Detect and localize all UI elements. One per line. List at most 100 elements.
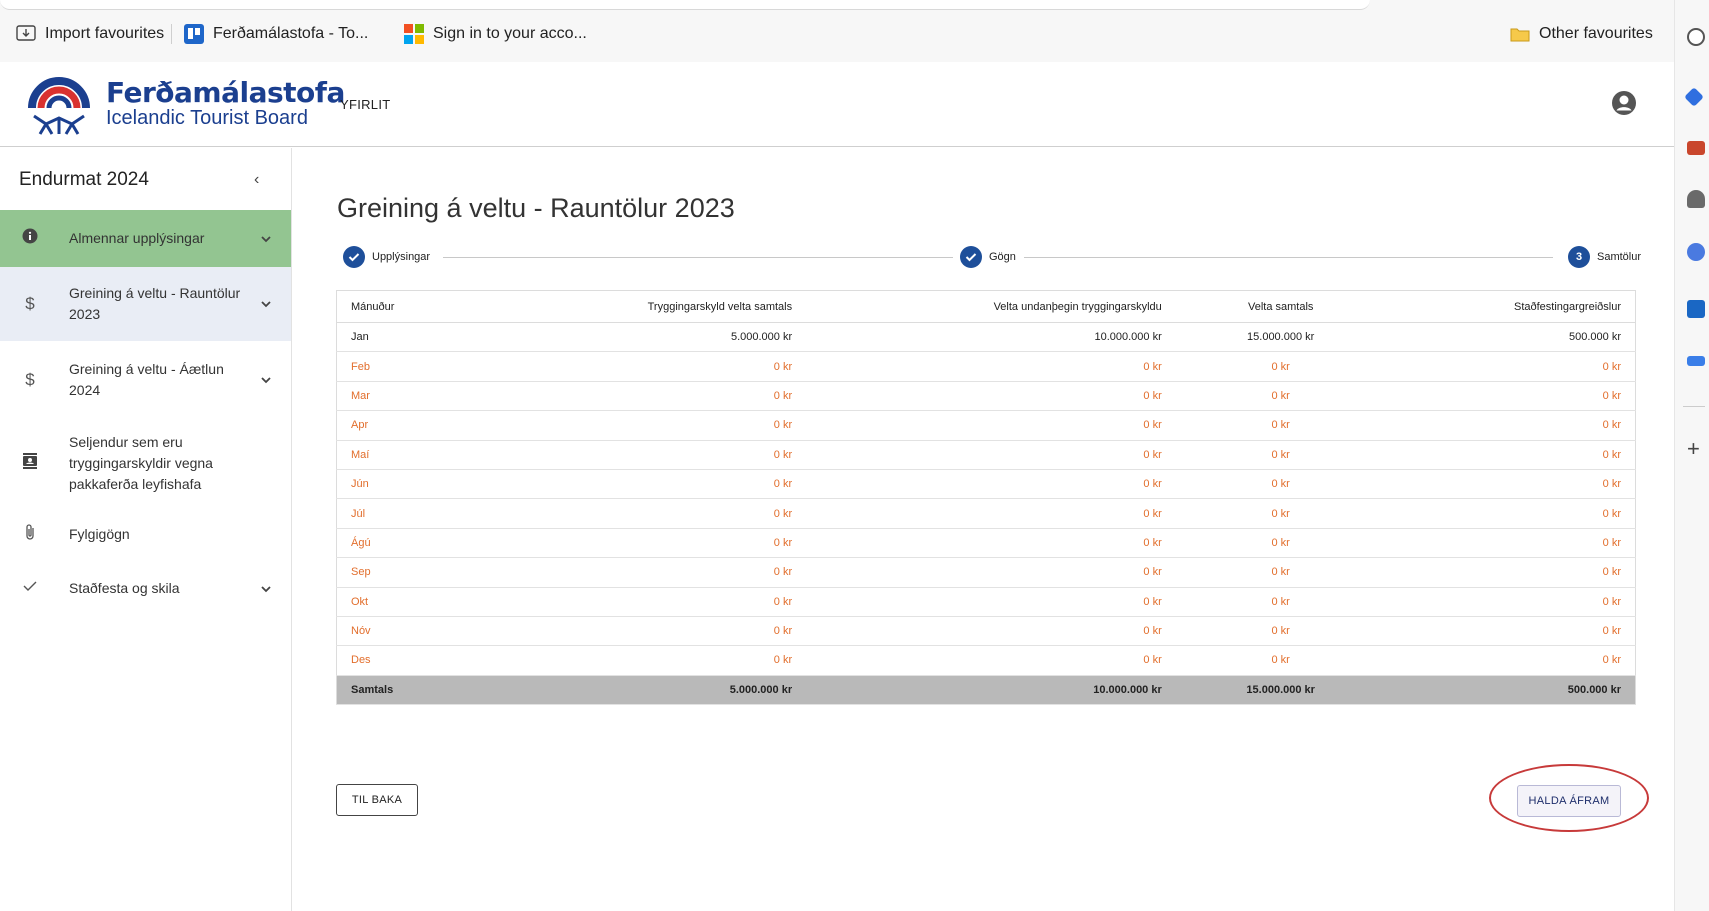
favourite-sign-in[interactable]: Sign in to your acco... bbox=[404, 22, 587, 46]
table-row: Mar 0 kr 0 kr 0 kr 0 kr bbox=[336, 381, 1636, 412]
amount-cell: 0 kr bbox=[806, 587, 1176, 617]
col-header-confirmation-payments: Staðfestingargreiðslur bbox=[1385, 290, 1636, 323]
amount-cell: 0 kr bbox=[536, 440, 807, 470]
amount-cell: 0 kr bbox=[536, 351, 807, 382]
step-data[interactable]: Gögn bbox=[960, 246, 1024, 268]
table-cell: 5.000.000 kr bbox=[536, 675, 807, 705]
amount-cell: 0 kr bbox=[536, 587, 807, 617]
month-cell: Jan bbox=[336, 322, 537, 353]
table-total-row: Samtals 5.000.000 kr 10.000.000 kr 15.00… bbox=[336, 675, 1636, 705]
step-totals[interactable]: 3 Samtölur bbox=[1560, 246, 1642, 268]
amount-cell: 0 kr bbox=[1175, 616, 1386, 647]
amount-cell: 0 kr bbox=[1385, 440, 1636, 470]
step-information[interactable]: Upplýsingar bbox=[343, 246, 439, 268]
amount-cell: 0 kr bbox=[1175, 381, 1386, 412]
sidebar-item-label: Greining á veltu - Áætlun 2024 bbox=[69, 361, 224, 398]
amount-cell: 0 kr bbox=[1175, 440, 1386, 470]
table-cell: 500.000 kr bbox=[1385, 675, 1636, 705]
send-icon[interactable] bbox=[1687, 356, 1705, 366]
account-icon[interactable] bbox=[1611, 90, 1637, 116]
search-icon[interactable] bbox=[1687, 28, 1705, 46]
favourite-import[interactable]: Import favourites bbox=[16, 22, 164, 46]
table-row: Sep 0 kr 0 kr 0 kr 0 kr bbox=[336, 557, 1636, 588]
amount-cell: 0 kr bbox=[1385, 351, 1636, 382]
chevron-left-icon[interactable]: ‹ bbox=[254, 171, 259, 189]
amount-cell: 0 kr bbox=[1175, 557, 1386, 588]
info-icon bbox=[19, 228, 41, 249]
month-cell: Nóv bbox=[336, 616, 537, 647]
amount-cell: 10.000.000 kr bbox=[806, 322, 1176, 353]
amount-cell: 5.000.000 kr bbox=[536, 322, 807, 353]
month-cell: Júl bbox=[336, 498, 537, 529]
app-window: Ferðamálastofa Icelandic Tourist Board Y… bbox=[0, 62, 1674, 911]
amount-cell: 0 kr bbox=[806, 645, 1176, 676]
table-row: Jún 0 kr 0 kr 0 kr 0 kr bbox=[336, 469, 1636, 500]
amount-cell: 0 kr bbox=[536, 469, 807, 500]
amount-cell: 15.000.000 kr bbox=[1175, 322, 1386, 353]
extension-icon[interactable] bbox=[1687, 243, 1705, 261]
brand-name: Ferðamálastofa bbox=[106, 75, 345, 109]
sidebar-item-estimate-2024[interactable]: $ Greining á veltu - Áætlun 2024 bbox=[0, 341, 291, 419]
amount-cell: 0 kr bbox=[806, 616, 1176, 647]
address-bar-edge bbox=[0, 0, 1370, 10]
amount-cell: 0 kr bbox=[806, 410, 1176, 441]
favourite-label: Sign in to your acco... bbox=[433, 25, 587, 42]
paperclip-icon bbox=[19, 523, 41, 546]
amount-cell: 0 kr bbox=[536, 410, 807, 441]
amount-cell: 0 kr bbox=[1175, 351, 1386, 382]
checkmark-icon bbox=[19, 579, 41, 598]
favourites-bar: Import favourites Ferðamálastofa - To...… bbox=[0, 0, 1709, 62]
amount-cell: 0 kr bbox=[1385, 645, 1636, 676]
logo[interactable]: Ferðamálastofa Icelandic Tourist Board bbox=[26, 68, 345, 138]
turnover-table: Mánuður Tryggingarskyld velta samtals Ve… bbox=[336, 290, 1636, 705]
sidebar-item-general-info[interactable]: Almennar upplýsingar bbox=[0, 210, 291, 267]
chevron-down-icon[interactable] bbox=[259, 232, 273, 246]
microsoft-icon bbox=[404, 24, 424, 44]
amount-cell: 0 kr bbox=[1175, 587, 1386, 617]
sidebar-item-confirm-submit[interactable]: Staðfesta og skila bbox=[0, 562, 291, 615]
person-icon[interactable] bbox=[1687, 190, 1705, 208]
favourite-label: Import favourites bbox=[45, 25, 165, 42]
amount-cell: 0 kr bbox=[1385, 528, 1636, 559]
page-title: Greining á veltu - Rauntölur 2023 bbox=[337, 193, 735, 223]
favourite-trello[interactable]: Ferðamálastofa - To... bbox=[184, 22, 368, 46]
sidebar-item-label: Almennar upplýsingar bbox=[69, 230, 205, 246]
chevron-down-icon[interactable] bbox=[259, 582, 273, 596]
amount-cell: 0 kr bbox=[1175, 498, 1386, 529]
copilot-icon[interactable] bbox=[1684, 87, 1704, 107]
sidebar-item-label: Staðfesta og skila bbox=[69, 580, 180, 596]
logo-mark-icon bbox=[28, 77, 90, 135]
table-row: Ágú 0 kr 0 kr 0 kr 0 kr bbox=[336, 528, 1636, 559]
other-favourites[interactable]: Other favourites bbox=[1510, 22, 1653, 46]
chevron-down-icon[interactable] bbox=[259, 297, 273, 311]
amount-cell: 0 kr bbox=[536, 528, 807, 559]
tools-icon[interactable] bbox=[1687, 141, 1705, 155]
sidebar-item-label: Seljendur sem eru tryggingarskyldir vegn… bbox=[69, 433, 213, 492]
sidebar-item-label: Greining á veltu - Rauntölur 2023 bbox=[69, 285, 241, 322]
contact-card-icon bbox=[19, 452, 41, 474]
amount-cell: 0 kr bbox=[1175, 410, 1386, 441]
amount-cell: 0 kr bbox=[806, 440, 1176, 470]
table-row: Des 0 kr 0 kr 0 kr 0 kr bbox=[336, 645, 1636, 676]
sidebar-item-sellers[interactable]: Seljendur sem eru tryggingarskyldir vegn… bbox=[0, 419, 291, 507]
table-cell: 10.000.000 kr bbox=[806, 675, 1176, 705]
sidebar-item-attachments[interactable]: Fylgigögn bbox=[0, 507, 291, 562]
back-button[interactable]: TIL BAKA bbox=[336, 784, 418, 816]
outlook-icon[interactable] bbox=[1687, 300, 1705, 318]
nav-overview-link[interactable]: YFIRLIT bbox=[340, 97, 391, 112]
amount-cell: 0 kr bbox=[536, 616, 807, 647]
chevron-down-icon[interactable] bbox=[259, 373, 273, 387]
continue-button[interactable]: HALDA ÁFRAM bbox=[1517, 785, 1621, 817]
trello-icon bbox=[184, 24, 204, 44]
amount-cell: 0 kr bbox=[1385, 616, 1636, 647]
sidebar-item-label: Fylgigögn bbox=[69, 526, 130, 542]
folder-icon bbox=[1510, 26, 1530, 42]
month-cell: Maí bbox=[336, 440, 537, 470]
amount-cell: 0 kr bbox=[536, 498, 807, 529]
add-icon[interactable]: + bbox=[1687, 438, 1700, 460]
col-header-exempt-turnover: Velta undanþegin tryggingarskyldu bbox=[806, 290, 1176, 323]
app-header: Ferðamálastofa Icelandic Tourist Board Y… bbox=[0, 62, 1674, 147]
table-row: Feb 0 kr 0 kr 0 kr 0 kr bbox=[336, 351, 1636, 382]
step-number: 3 bbox=[1568, 246, 1590, 268]
sidebar-item-actuals-2023[interactable]: $ Greining á veltu - Rauntölur 2023 bbox=[0, 267, 291, 341]
